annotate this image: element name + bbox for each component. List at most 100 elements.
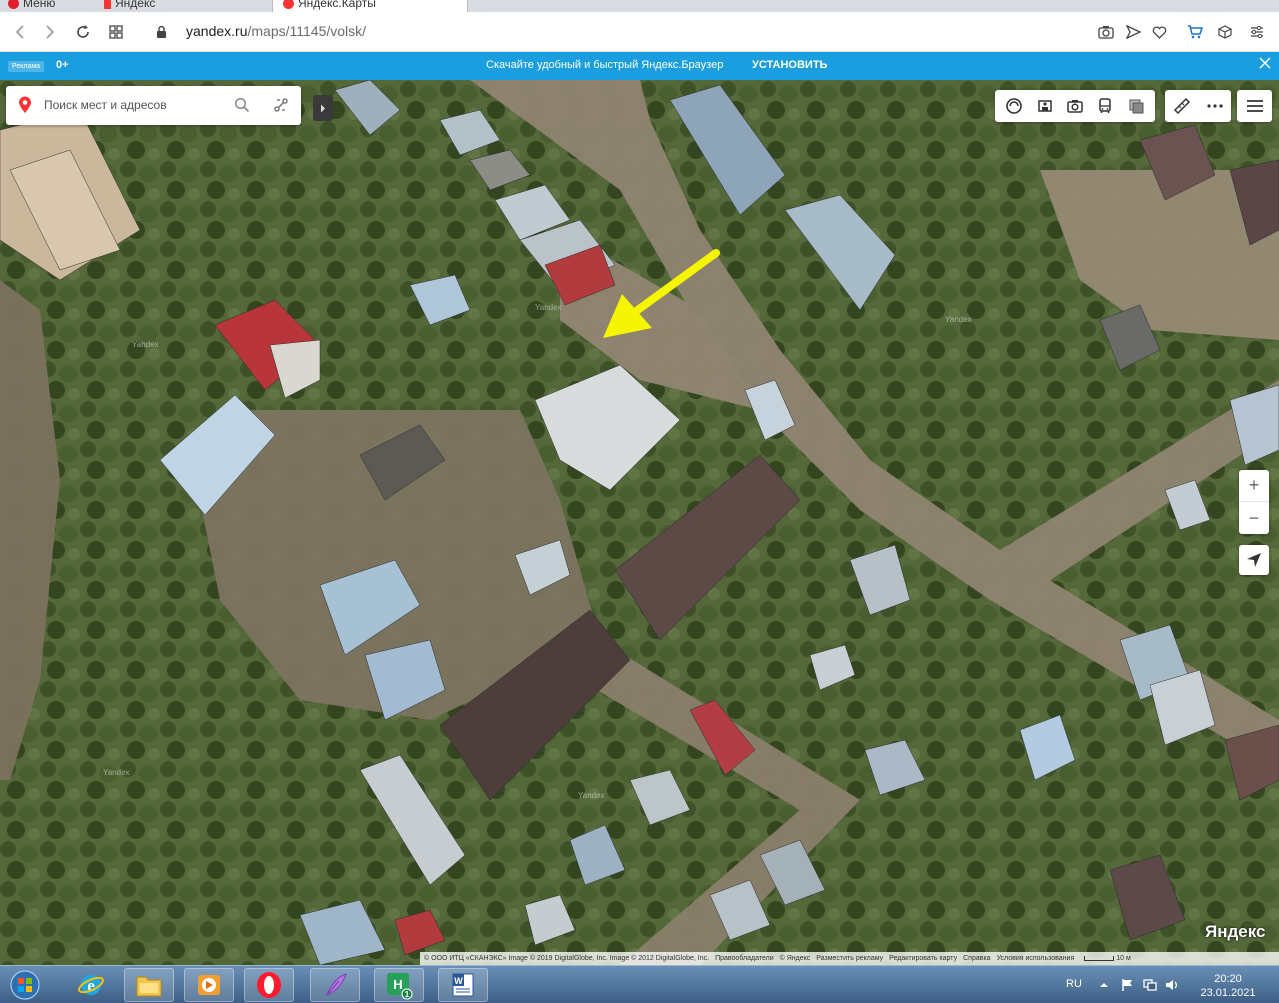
tab-menu[interactable]: Меню bbox=[8, 0, 55, 12]
terms-link[interactable]: Условия использования bbox=[997, 955, 1075, 962]
tab-yandex-maps[interactable]: Яндекс.Карты bbox=[272, 0, 468, 12]
tab-label: Яндекс.Карты bbox=[298, 0, 376, 10]
tab-yandex[interactable]: Яндекс bbox=[104, 0, 155, 12]
map-search-box bbox=[6, 86, 301, 125]
action-center-flag-icon[interactable] bbox=[1120, 978, 1134, 992]
language-indicator[interactable]: RU bbox=[1066, 978, 1082, 990]
collapse-panel-button[interactable] bbox=[313, 95, 333, 121]
windows-logo-icon bbox=[10, 970, 40, 1000]
zoom-in-button[interactable]: + bbox=[1239, 470, 1269, 502]
map-pin-icon bbox=[19, 96, 31, 113]
taskbar-feather-app[interactable] bbox=[310, 968, 360, 1002]
camera-icon bbox=[1098, 26, 1114, 39]
geolocation-button[interactable] bbox=[1239, 545, 1269, 575]
transit-icon bbox=[1099, 98, 1112, 113]
age-rating: 0+ bbox=[56, 59, 69, 71]
taskbar-ie[interactable]: e bbox=[66, 968, 116, 1002]
map-tools bbox=[1165, 90, 1231, 122]
search-icon[interactable] bbox=[234, 97, 250, 113]
imagery-copyright: © ООО ИТЦ «СКАНЭКС» Image © 2019 Digital… bbox=[424, 955, 710, 962]
search-input[interactable] bbox=[44, 95, 224, 115]
install-button[interactable]: УСТАНОВИТЬ bbox=[752, 59, 827, 71]
route-icon[interactable] bbox=[273, 97, 289, 113]
extensions-button[interactable] bbox=[1213, 20, 1237, 44]
ad-banner: Реклама 0+ Скачайте удобный и быстрый Ян… bbox=[0, 52, 1279, 80]
ruler-button[interactable] bbox=[1171, 95, 1193, 117]
map-type-button[interactable] bbox=[1125, 95, 1147, 117]
cube-icon bbox=[1218, 25, 1232, 39]
rights-holders-link[interactable]: Правообладатели bbox=[715, 955, 774, 962]
photos-layer-button[interactable] bbox=[1064, 95, 1086, 117]
taskbar-opera[interactable] bbox=[244, 968, 294, 1002]
help-link[interactable]: Справка bbox=[963, 955, 990, 962]
main-menu-button[interactable] bbox=[1237, 90, 1272, 122]
send-button[interactable] bbox=[1121, 20, 1145, 44]
taskbar-media-player[interactable] bbox=[184, 968, 234, 1002]
url-path: /maps/11145/volsk/ bbox=[247, 23, 367, 39]
snapshot-button[interactable] bbox=[1094, 20, 1118, 44]
forward-button[interactable] bbox=[38, 20, 62, 44]
clock-date: 23.01.2021 bbox=[1200, 987, 1256, 999]
taskbar-word[interactable]: W bbox=[438, 968, 488, 1002]
svg-text:W: W bbox=[454, 976, 463, 986]
lock-icon bbox=[157, 26, 166, 38]
close-banner-button[interactable] bbox=[1259, 57, 1271, 73]
camera-icon bbox=[1067, 100, 1083, 113]
address-field[interactable]: yandex.ru/maps/11145/volsk/ bbox=[186, 23, 366, 39]
panorama-layer-button[interactable] bbox=[1034, 95, 1056, 117]
yandex-copyright: © Яндекс bbox=[779, 955, 811, 962]
hamburger-icon bbox=[1246, 100, 1263, 112]
satellite-map[interactable]: Yandex Yandex Yandex Yandex Yandex bbox=[0, 80, 1279, 965]
tab-label: Яндекс bbox=[115, 0, 156, 10]
clock-time: 20:20 bbox=[1214, 973, 1242, 985]
tab-label: Меню bbox=[23, 0, 56, 10]
close-icon bbox=[1259, 57, 1271, 69]
taskbar-excel-app[interactable]: H1 bbox=[374, 968, 424, 1002]
speed-dial-button[interactable] bbox=[104, 20, 128, 44]
copyright-strip: © ООО ИТЦ «СКАНЭКС» Image © 2019 Digital… bbox=[420, 952, 1279, 965]
edit-map-link[interactable]: Редактировать карту bbox=[889, 955, 957, 962]
show-hidden-icons-icon[interactable] bbox=[1097, 978, 1111, 992]
svg-text:H: H bbox=[393, 977, 402, 992]
network-icon[interactable] bbox=[1143, 978, 1157, 992]
taskbar-explorer[interactable] bbox=[124, 968, 174, 1002]
settings-sliders-icon bbox=[1251, 25, 1263, 39]
forward-icon bbox=[46, 25, 55, 39]
zoom-out-button[interactable]: − bbox=[1239, 502, 1269, 534]
browser-toolbar: yandex.ru/maps/11145/volsk/ bbox=[0, 12, 1279, 52]
ruler-icon bbox=[1173, 97, 1190, 115]
browser-tab-strip: Меню Яндекс Яндекс.Карты bbox=[0, 0, 1279, 12]
map-watermark: Yandex bbox=[535, 303, 562, 312]
chevron-right-icon bbox=[321, 104, 325, 112]
location-arrow-icon bbox=[1247, 553, 1261, 567]
map-watermark: Yandex bbox=[132, 340, 159, 349]
shopping-button[interactable] bbox=[1183, 20, 1207, 44]
scale-line bbox=[1084, 956, 1115, 961]
feather-app-icon bbox=[326, 973, 347, 996]
reload-button[interactable] bbox=[71, 20, 95, 44]
opera-icon bbox=[8, 0, 19, 9]
heart-icon bbox=[1152, 25, 1166, 39]
easy-setup-button[interactable] bbox=[1245, 20, 1269, 44]
excel-app-icon: H1 bbox=[387, 973, 413, 1000]
map-watermark: Yandex bbox=[945, 315, 972, 324]
transit-layer-button[interactable] bbox=[1094, 95, 1116, 117]
system-clock[interactable]: 20:20 23.01.2021 bbox=[1196, 972, 1260, 1000]
volume-icon[interactable] bbox=[1165, 978, 1179, 992]
satellite-imagery: Yandex Yandex Yandex Yandex Yandex bbox=[0, 80, 1279, 965]
map-watermark: Yandex bbox=[578, 791, 605, 800]
grid-icon bbox=[109, 25, 123, 39]
ad-badge: Реклама bbox=[8, 61, 45, 72]
send-icon bbox=[1125, 25, 1141, 39]
advertise-link[interactable]: Разместить рекламу bbox=[816, 955, 883, 962]
favorites-button[interactable] bbox=[1147, 20, 1171, 44]
traffic-layer-button[interactable] bbox=[1003, 95, 1025, 117]
more-button[interactable] bbox=[1204, 95, 1226, 117]
cart-icon bbox=[1188, 25, 1203, 39]
ad-text[interactable]: Скачайте удобный и быстрый Яндекс.Браузе… bbox=[486, 59, 723, 71]
start-button[interactable] bbox=[4, 967, 46, 1003]
yandex-logo: Яндекс bbox=[1205, 922, 1266, 941]
back-button[interactable] bbox=[8, 20, 32, 44]
screen: Меню Яндекс Яндекс.Карты yandex.ru/maps/… bbox=[0, 0, 1279, 1003]
scale-bar: 10 м bbox=[1084, 955, 1131, 962]
